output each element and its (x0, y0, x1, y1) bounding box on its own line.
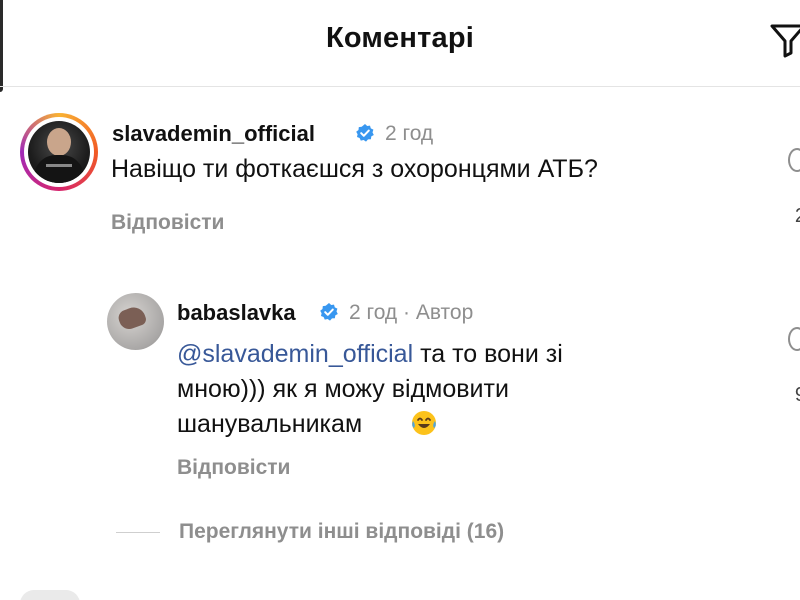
avatar-slavademin[interactable] (20, 113, 98, 191)
like-count: 9 (795, 384, 800, 407)
reply-button[interactable]: Відповісти (177, 456, 290, 480)
comments-header: Коментарі (0, 0, 800, 87)
heart-icon[interactable] (788, 148, 800, 172)
reply-username[interactable]: babaslavka (177, 300, 296, 326)
reply-text: @slavademin_official та то вони зі мною)… (177, 337, 617, 442)
comment-time: 2 год (385, 122, 434, 145)
filter-icon[interactable] (768, 20, 800, 60)
view-more-replies-button[interactable]: Переглянути інші відповіді (16) (179, 520, 504, 544)
mention-link[interactable]: @slavademin_official (177, 340, 413, 368)
page-title: Коментарі (325, 22, 475, 54)
reply-time-author: 2 год · Автор (349, 301, 474, 324)
heart-icon[interactable] (788, 327, 800, 351)
reply-text-part2: мною))) як я можу відмовити (177, 375, 509, 403)
replies-divider (116, 532, 160, 533)
comments-screen: Коментарі slavademin_official 2 год Наві… (0, 0, 800, 600)
comment-text: Навіщо ти фоткаєшся з охоронцями АТБ? (111, 155, 598, 183)
verified-badge-icon (320, 303, 338, 321)
reply-button[interactable]: Відповісти (111, 211, 224, 235)
comment-username[interactable]: slavademin_official (112, 121, 315, 147)
next-comment-avatar (20, 590, 80, 600)
reply-text-part3: шанувальникам (177, 410, 363, 438)
like-count: 2 (795, 205, 800, 228)
reply-text-part1: та то вони зі (413, 340, 563, 368)
verified-badge-icon (356, 124, 374, 142)
laughing-tears-emoji (412, 411, 436, 435)
avatar-babaslavka[interactable] (107, 293, 164, 350)
